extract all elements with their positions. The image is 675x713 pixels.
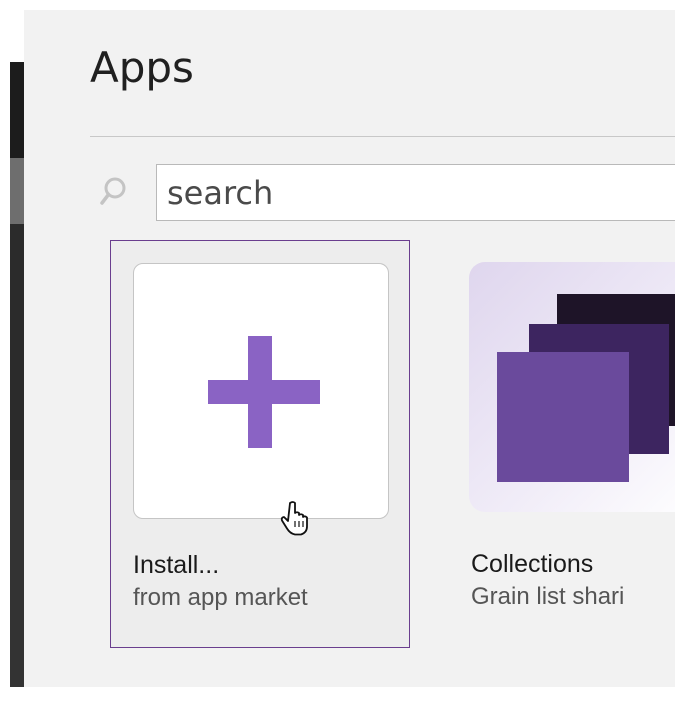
title-divider: [90, 136, 675, 137]
app-name: Collections: [471, 550, 594, 578]
sidebar-section[interactable]: [10, 224, 24, 480]
app-subtitle: from app market: [133, 584, 308, 611]
bottom-margin: [0, 687, 675, 713]
app-card-install[interactable]: Install... from app market: [110, 240, 410, 648]
search-input[interactable]: [156, 164, 675, 221]
app-name: Install...: [133, 551, 220, 579]
hand-pointer-icon: [280, 501, 308, 536]
app-subtitle: Grain list shari: [471, 583, 625, 610]
apps-main-panel: Apps Install... from app market: [24, 10, 675, 687]
install-tile[interactable]: [133, 263, 389, 536]
app-card-collections[interactable]: Collections Grain list shari: [459, 240, 675, 648]
sidebar-item-active[interactable]: [10, 158, 24, 224]
search-icon: [100, 177, 126, 205]
sidebar-section[interactable]: [10, 480, 24, 687]
collections-tile[interactable]: [469, 262, 675, 512]
page-title: Apps: [90, 43, 194, 92]
collections-icon: [497, 294, 675, 482]
plus-icon: [208, 336, 320, 448]
sidebar: [0, 0, 24, 713]
sidebar-section[interactable]: [10, 62, 24, 158]
